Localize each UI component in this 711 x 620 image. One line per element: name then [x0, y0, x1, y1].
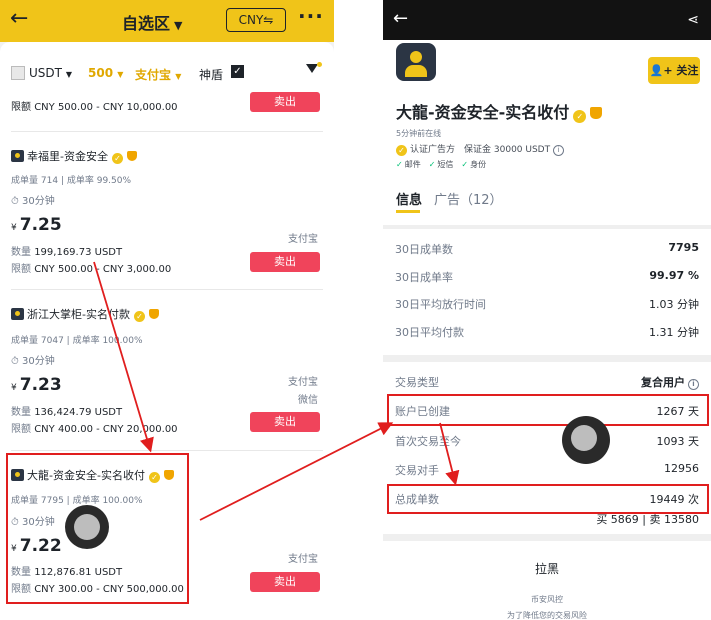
detail-value: 12956 [664, 462, 699, 475]
sell-button[interactable]: 卖出 [250, 252, 320, 272]
timer-icon: ⏱ [11, 196, 19, 207]
shield-checkbox[interactable]: ✓ [231, 65, 244, 78]
stat-value: 1.03 分钟 [649, 298, 699, 311]
order-stats: 成单量 7047 | 成单率 100.00% [11, 336, 143, 346]
check-icon: ✓ [461, 160, 469, 169]
divider [11, 450, 323, 451]
avatar [11, 308, 24, 320]
sell-button[interactable]: 卖出 [250, 412, 320, 432]
highlight-box [387, 484, 709, 514]
currency-button[interactable]: CNY⇋ [226, 8, 286, 32]
tab-info[interactable]: 信息 [396, 189, 422, 208]
stat-value: 99.97 % [649, 269, 699, 282]
sell-button[interactable]: 卖出 [250, 572, 320, 592]
sell-button[interactable]: 卖出 [250, 92, 320, 112]
tab-ads[interactable]: 广告（12） [434, 189, 503, 208]
asset-filter[interactable]: USDT ▼ [29, 66, 72, 80]
risk-title: 币安风控 [531, 595, 563, 604]
info-icon[interactable]: i [553, 145, 565, 156]
detail-value: 复合用户 i [641, 374, 699, 390]
quantity: 数量 199,169.73 USDT [11, 247, 123, 258]
detail-label: 交易对手 [395, 464, 439, 477]
divider [11, 131, 323, 132]
advertiser-name: 大龍-资金安全-实名收付 ✓ [396, 99, 603, 123]
verified-badge-icon: ✓ [111, 153, 123, 164]
blacklist-button[interactable]: 拉黑 [383, 560, 711, 577]
stat-label: 30日平均付款 [395, 326, 464, 339]
payment-method: 支付宝 [288, 554, 318, 565]
loading-ring [65, 505, 109, 549]
shield-badge-icon [590, 107, 603, 119]
certification-line: ✓ 认证广告方 保证金 30000 USDT i [396, 142, 565, 156]
tab-indicator [396, 210, 420, 213]
stat-label: 30日成单率 [395, 271, 453, 284]
back-arrow-icon[interactable]: ← [10, 6, 28, 31]
advertiser-name[interactable]: 幸福里-资金安全 ✓ [11, 148, 137, 164]
avatar [396, 43, 436, 81]
stat-label: 30日平均放行时间 [395, 298, 486, 311]
payment-filter[interactable]: 支付宝 ▼ [135, 66, 181, 83]
verified-badge-icon: ✓ [133, 311, 145, 322]
divider [11, 289, 323, 290]
payment-method: 微信 [298, 395, 318, 406]
shield-badge-icon [148, 309, 159, 319]
price: ¥7.23 [11, 375, 62, 395]
top-bar: ← 自选区 ▼ CNY⇋ ··· [0, 0, 334, 42]
filter-active-dot [317, 62, 322, 67]
page-title[interactable]: 自选区 ▼ [122, 10, 182, 34]
detail-label: 交易类型 [395, 376, 439, 389]
payment-time: ⏱ 30分钟 [11, 196, 55, 207]
detail-value: 1093 天 [656, 435, 700, 448]
certified-icon: ✓ [396, 145, 407, 156]
verifications: ✓ 邮件 ✓ 短信 ✓ 身份 [396, 160, 487, 169]
payment-method: 支付宝 [288, 377, 318, 388]
last-online: 5分钟前在线 [396, 129, 442, 138]
order-stats: 成单量 714 | 成单率 99.50% [11, 176, 132, 186]
avatar [11, 150, 24, 162]
amount-filter[interactable]: 500 ▼ [88, 66, 123, 80]
highlight-box [387, 394, 709, 426]
caret-down-icon: ▼ [174, 19, 183, 32]
stat-value: 1.31 分钟 [649, 326, 699, 339]
payment-time: ⏱ 30分钟 [11, 356, 55, 367]
limit-text: 限额 CNY 500.00 - CNY 3,000.00 [11, 264, 172, 275]
payment-method: 支付宝 [288, 234, 318, 245]
stat-value: 7795 [668, 241, 699, 254]
risk-note: 为了降低您的交易风险 [507, 611, 587, 620]
quantity: 数量 136,424.79 USDT [11, 407, 123, 418]
shield-badge-icon [126, 151, 137, 161]
verified-badge-icon: ✓ [573, 110, 587, 123]
back-arrow-icon[interactable]: ← [393, 8, 408, 29]
asset-checkbox[interactable] [11, 66, 25, 80]
top-bar: ← ⋖ [383, 0, 711, 40]
more-dots-icon[interactable]: ··· [298, 4, 324, 28]
advertiser-name[interactable]: 浙江大掌柜-实名付款 ✓ [11, 306, 159, 322]
price: ¥7.25 [11, 215, 62, 235]
timer-icon: ⏱ [11, 356, 19, 367]
info-icon[interactable]: i [688, 379, 699, 390]
check-icon: ✓ [428, 160, 436, 169]
check-icon: ✓ [396, 160, 403, 169]
detail-label: 首次交易至今 [395, 435, 461, 448]
advertiser-detail-screen: ← ⋖ 👤+ 关注 大龍-资金安全-实名收付 ✓ 5分钟前在线 ✓ 认证广告方 保证… [383, 0, 711, 620]
ad-list-screen: ← 自选区 ▼ CNY⇋ ··· USDT ▼ 500 ▼ 支付宝 ▼ 神盾 ✓ … [0, 0, 334, 620]
shield-filter-label: 神盾 [199, 68, 224, 82]
limit-text: 限额 CNY 500.00 - CNY 10,000.00 [11, 102, 178, 113]
blacklist-section [383, 541, 711, 620]
stat-label: 30日成单数 [395, 243, 453, 256]
share-icon[interactable]: ⋖ [687, 12, 699, 28]
loading-ring [562, 416, 610, 464]
follow-button[interactable]: 👤+ 关注 [648, 57, 700, 84]
limit-text: 限额 CNY 400.00 - CNY 20,000.00 [11, 424, 178, 435]
